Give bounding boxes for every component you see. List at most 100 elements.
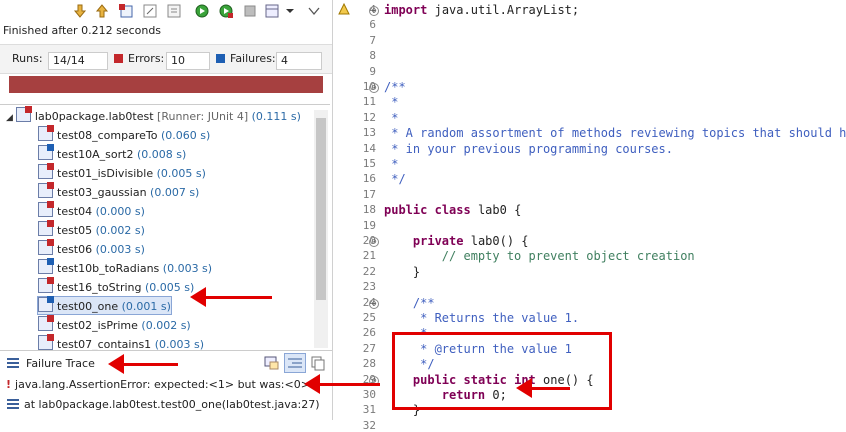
suite-name: lab0package.lab0test <box>34 110 154 123</box>
code-line: /** <box>384 295 435 310</box>
line-number: 13 <box>362 126 376 140</box>
copy-trace-icon[interactable] <box>310 355 326 371</box>
line-number: 22 <box>362 264 376 278</box>
code-line: /** <box>384 80 406 94</box>
code-line: } <box>384 264 421 279</box>
errors-icon <box>114 54 123 63</box>
fold-toggle-icon[interactable]: ⊖ <box>369 237 379 247</box>
error-icon: ! <box>6 378 12 391</box>
test-case-name: test16_toString <box>57 281 142 294</box>
compare-results-icon[interactable] <box>264 355 280 371</box>
next-failure-icon[interactable] <box>72 3 88 19</box>
annotation-arrow-shaft <box>200 296 272 299</box>
test-case-time: (0.005 s) <box>156 167 206 180</box>
panel-divider[interactable] <box>332 0 333 420</box>
fold-toggle-icon[interactable]: ⊖ <box>369 83 379 93</box>
test-case-name: test08_compareTo <box>57 129 158 142</box>
show-failures-only-icon[interactable] <box>118 3 134 19</box>
test-error-icon <box>38 125 54 141</box>
rerun-test-icon[interactable] <box>194 3 210 19</box>
code-line: * <box>384 110 399 125</box>
test-case-row[interactable]: test03_gaussian (0.007 s) <box>38 182 200 200</box>
view-menu-icon[interactable] <box>306 3 322 19</box>
failure-trace: ! java.lang.AssertionError: expected:<1> … <box>0 374 332 420</box>
trace-line[interactable]: at lab0package.lab0test.test00_one(lab0t… <box>6 396 320 413</box>
test-error-icon <box>38 163 54 179</box>
failures-value: 4 <box>276 52 322 70</box>
tree-root[interactable]: ◢ lab0package.lab0test [Runner: JUnit 4] … <box>6 106 301 124</box>
stop-icon[interactable] <box>242 3 258 19</box>
errors-label: Errors: <box>128 52 165 65</box>
test-case-row[interactable]: test08_compareTo (0.060 s) <box>38 125 210 143</box>
test-error-icon <box>38 334 54 350</box>
code-line: * in your previous programming courses. <box>384 141 673 156</box>
annotation-arrow-shaft <box>528 387 570 390</box>
dropdown-icon[interactable] <box>282 3 298 19</box>
line-number: 7 <box>369 33 376 47</box>
line-number: 16 <box>362 172 376 186</box>
test-case-time: (0.001 s) <box>121 300 171 313</box>
test-case-name: test05 <box>57 224 93 237</box>
layout-icon[interactable] <box>264 3 280 19</box>
scroll-lock-icon[interactable] <box>142 3 158 19</box>
errors-value: 10 <box>166 52 210 70</box>
line-number: 6 <box>369 18 376 32</box>
test-case-time: (0.002 s) <box>95 224 145 237</box>
test-failure-icon <box>38 144 54 160</box>
line-number: 18 <box>362 203 376 217</box>
annotation-arrow-head <box>516 378 532 398</box>
test-case-row[interactable]: test10A_sort2 (0.008 s) <box>38 144 187 162</box>
test-case-row[interactable]: test01_isDivisible (0.005 s) <box>38 163 206 181</box>
line-number: 17 <box>362 187 376 201</box>
test-case-row[interactable]: test05 (0.002 s) <box>38 220 145 238</box>
filter-stack-trace-icon[interactable] <box>284 353 306 373</box>
test-case-row[interactable]: test02_isPrime (0.002 s) <box>38 315 191 333</box>
trace-line[interactable]: ! java.lang.AssertionError: expected:<1> … <box>6 376 310 393</box>
test-case-time: (0.003 s) <box>162 262 213 275</box>
test-case-time: (0.007 s) <box>150 186 200 199</box>
previous-failure-icon[interactable] <box>94 3 110 19</box>
test-case-row[interactable]: test07_contains1 (0.003 s) <box>38 334 204 351</box>
line-number: 21 <box>362 249 376 263</box>
runs-value: 14/14 <box>48 52 108 70</box>
test-error-icon <box>38 315 54 331</box>
scrollbar-thumb[interactable] <box>316 118 326 300</box>
test-case-row[interactable]: test10b_toRadians (0.003 s) <box>38 258 213 276</box>
failure-trace-title: Failure Trace <box>26 357 95 370</box>
code-line: // empty to prevent object creation <box>384 249 695 264</box>
test-error-icon <box>38 277 54 293</box>
tree-scrollbar[interactable] <box>314 110 328 348</box>
collapse-icon[interactable]: ◢ <box>6 113 13 123</box>
list-icon <box>7 358 19 368</box>
line-number: 11 <box>362 95 376 109</box>
test-case-time: (0.005 s) <box>145 281 195 294</box>
annotation-box <box>392 332 612 410</box>
test-case-row[interactable]: test04 (0.000 s) <box>38 201 145 219</box>
line-number: 9 <box>369 64 376 78</box>
code-line: */ <box>384 172 406 187</box>
rerun-failures-first-icon[interactable] <box>218 3 234 19</box>
line-number: 28 <box>362 357 376 371</box>
progress-bar <box>9 76 323 93</box>
test-case-time: (0.008 s) <box>136 148 187 161</box>
line-number: 23 <box>362 280 376 294</box>
history-icon[interactable] <box>166 3 182 19</box>
line-number: 19 <box>362 218 376 232</box>
test-case-row[interactable]: test00_one (0.001 s) <box>37 296 172 315</box>
test-case-row[interactable]: test16_toString (0.005 s) <box>38 277 195 295</box>
test-case-name: test02_isPrime <box>57 319 138 332</box>
test-case-time: (0.000 s) <box>95 205 145 218</box>
line-number: 15 <box>362 157 376 170</box>
test-error-icon <box>38 239 54 255</box>
line-number: 32 <box>362 418 376 432</box>
test-case-row[interactable]: test06 (0.003 s) <box>38 239 145 257</box>
junit-panel: Finished after 0.212 seconds Runs: 14/14… <box>0 0 332 420</box>
fold-toggle-icon[interactable]: ⊖ <box>369 298 379 309</box>
test-counters: Runs: 14/14 Errors: 10 Failures: 4 <box>0 44 332 74</box>
fold-toggle-icon[interactable]: ⊕ <box>369 6 379 16</box>
test-failure-icon <box>38 296 54 312</box>
code-line: * <box>384 157 399 171</box>
failures-icon <box>216 54 225 63</box>
test-case-name: test03_gaussian <box>57 186 147 199</box>
test-tree: ◢ lab0package.lab0test [Runner: JUnit 4] … <box>0 104 330 351</box>
